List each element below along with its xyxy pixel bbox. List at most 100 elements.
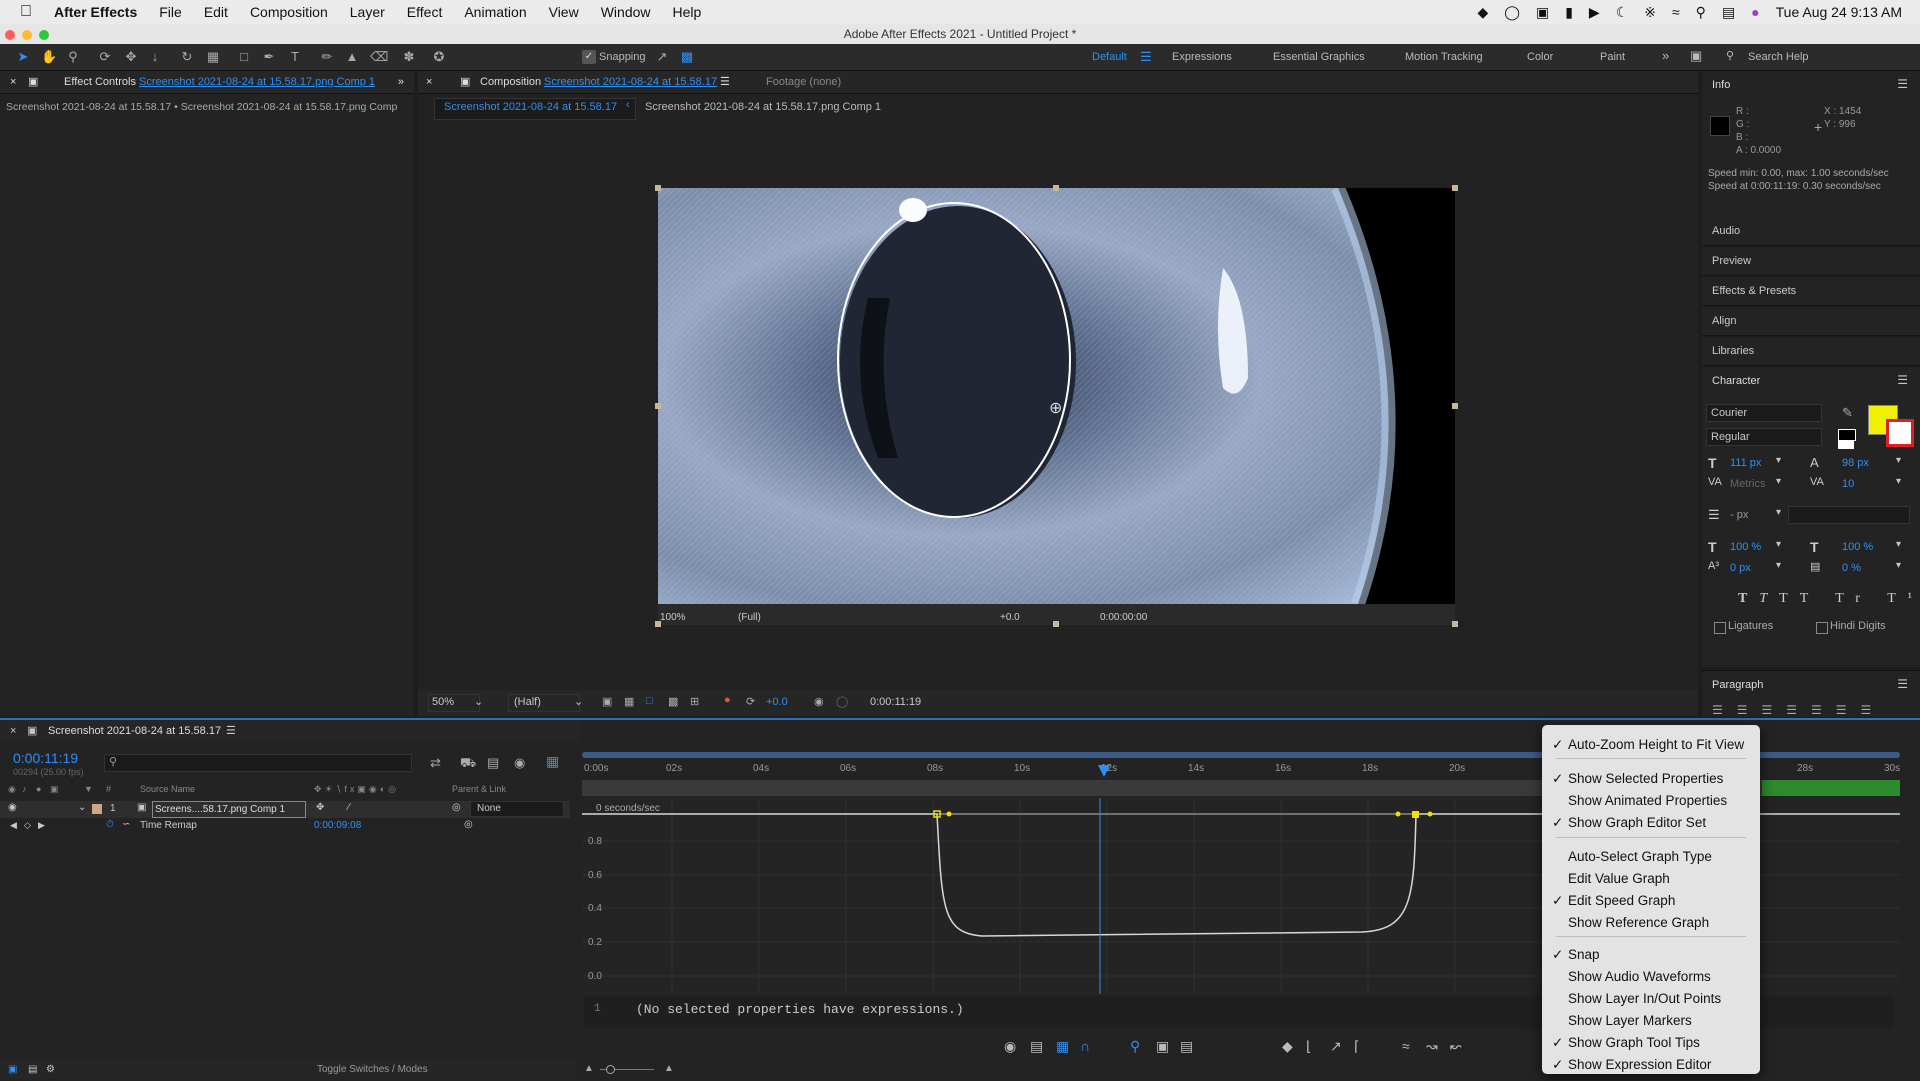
- menu-item-edit-speed-graph[interactable]: Edit Speed Graph: [1568, 893, 1675, 908]
- creative-cloud-icon[interactable]: ◯: [1504, 4, 1520, 21]
- kerning-value[interactable]: Metrics: [1730, 478, 1765, 490]
- apple-icon[interactable]: : [20, 3, 32, 21]
- fit-all-icon[interactable]: ▣: [1156, 1038, 1169, 1055]
- timeline-timecode[interactable]: 0:00:11:19: [13, 750, 78, 766]
- pen-tool-icon[interactable]: ✒: [262, 50, 276, 64]
- search-help-field[interactable]: Search Help: [1748, 51, 1809, 63]
- transform-handle-r[interactable]: [1452, 403, 1458, 409]
- play-icon[interactable]: ▶: [1589, 4, 1600, 21]
- exposure-value[interactable]: +0.0: [766, 696, 788, 708]
- siri-icon[interactable]: ●: [1751, 4, 1759, 20]
- panel-preview[interactable]: Preview: [1702, 247, 1920, 276]
- panel-align[interactable]: Align: [1702, 307, 1920, 336]
- fit-selection-icon[interactable]: ⚲: [1130, 1038, 1140, 1055]
- transform-handle-tr[interactable]: [1452, 185, 1458, 191]
- type-tool-icon[interactable]: T: [288, 50, 302, 64]
- snap-features-icon[interactable]: ▩: [680, 50, 694, 64]
- more-workspaces-icon[interactable]: »: [1662, 48, 1669, 63]
- bluetooth-icon[interactable]: ※: [1644, 4, 1656, 21]
- dropbox-icon[interactable]: ◆: [1478, 4, 1489, 21]
- maximize-window-icon[interactable]: [39, 30, 49, 40]
- snap-icon[interactable]: ∩: [1080, 1038, 1090, 1054]
- parent-dropdown[interactable]: None: [470, 801, 564, 817]
- motion-blur-icon[interactable]: ◉: [514, 755, 525, 771]
- inner-zoom[interactable]: 100%: [660, 612, 686, 623]
- timeline-menu-icon[interactable]: ☰: [226, 720, 236, 742]
- graph-type-icon[interactable]: ▤: [1030, 1038, 1043, 1055]
- easy-ease-out-icon[interactable]: ↜: [1450, 1038, 1462, 1055]
- render-time-icon[interactable]: ▣: [8, 1060, 17, 1079]
- comp-lock-icon[interactable]: ▣: [460, 71, 470, 93]
- effect-controls-label[interactable]: Effect Controls: [64, 71, 136, 93]
- battery-icon[interactable]: ▮: [1565, 4, 1573, 21]
- menu-item-graph-tool-tips[interactable]: Show Graph Tool Tips: [1568, 1035, 1700, 1050]
- label-color-swatch[interactable]: [92, 804, 102, 814]
- comp-mini-flowchart-icon[interactable]: ⇄: [430, 755, 441, 771]
- brush-tool-icon[interactable]: ✏: [320, 50, 334, 64]
- menu-item-auto-select-graph[interactable]: Auto-Select Graph Type: [1568, 849, 1712, 864]
- toggle-switches-modes[interactable]: Toggle Switches / Modes: [317, 1060, 428, 1079]
- panel-audio[interactable]: Audio: [1702, 217, 1920, 246]
- transform-handle-t[interactable]: [1053, 185, 1059, 191]
- menu-item-reference-graph[interactable]: Show Reference Graph: [1568, 915, 1709, 930]
- eyedropper-icon[interactable]: ✎: [1842, 405, 1853, 421]
- linear-keyframe-icon[interactable]: ↗: [1330, 1038, 1342, 1055]
- timeline-tab[interactable]: Screenshot 2021-08-24 at 15.58.17: [48, 720, 221, 742]
- display-icon[interactable]: ▣: [1536, 4, 1549, 21]
- workspace-paint[interactable]: Paint: [1600, 51, 1625, 63]
- vertical-scale-value[interactable]: 100 %: [1730, 541, 1761, 553]
- transform-handle-b[interactable]: [1053, 621, 1059, 627]
- show-snapshot-icon[interactable]: ◯: [836, 695, 848, 708]
- graph-toggle-icon[interactable]: ∽: [122, 819, 130, 830]
- frame-blending-icon[interactable]: ▤: [487, 755, 499, 771]
- workspace-essential-graphics[interactable]: Essential Graphics: [1273, 51, 1365, 63]
- control-center-icon[interactable]: ▤: [1722, 4, 1735, 21]
- hand-tool-icon[interactable]: ✋: [41, 50, 57, 64]
- edit-keyframe-icon[interactable]: ◆: [1282, 1038, 1293, 1055]
- stopwatch-icon[interactable]: ⏱: [106, 819, 114, 830]
- horizontal-scale-value[interactable]: 100 %: [1842, 541, 1873, 553]
- property-value[interactable]: 0:00:09:08: [314, 820, 361, 831]
- menu-item-audio-waveforms[interactable]: Show Audio Waveforms: [1568, 969, 1711, 984]
- paragraph-menu-icon[interactable]: ☰: [1897, 677, 1908, 691]
- leading-value[interactable]: 98 px: [1842, 457, 1869, 469]
- playhead[interactable]: [1098, 765, 1110, 777]
- transfer-controls-icon[interactable]: ⚙: [46, 1060, 55, 1079]
- footage-tab[interactable]: Footage (none): [766, 71, 841, 93]
- transform-box-icon[interactable]: ▦: [1056, 1038, 1069, 1055]
- next-keyframe-icon[interactable]: ▶: [38, 820, 45, 831]
- menu-edit[interactable]: Edit: [204, 4, 228, 20]
- lock-icon[interactable]: ▣: [28, 71, 38, 93]
- draft-3d-icon[interactable]: ⛟: [460, 755, 476, 773]
- hold-keyframe-icon[interactable]: ⌊: [1306, 1038, 1311, 1055]
- eye-icon[interactable]: ◉: [1004, 1038, 1016, 1055]
- layer-switches-icon[interactable]: ▤: [28, 1060, 37, 1079]
- zoom-slider-thumb[interactable]: [606, 1065, 615, 1074]
- separate-dimensions-icon[interactable]: ▤: [1180, 1038, 1193, 1055]
- font-size-value[interactable]: 111 px: [1730, 457, 1761, 469]
- clock-text[interactable]: Tue Aug 24 9:13 AM: [1776, 4, 1902, 20]
- character-menu-icon[interactable]: ☰: [1897, 373, 1908, 387]
- font-style-dropdown[interactable]: Regular: [1706, 428, 1822, 446]
- eraser-tool-icon[interactable]: ⌫: [370, 50, 388, 64]
- panel-libraries[interactable]: Libraries: [1702, 337, 1920, 366]
- app-menu[interactable]: After Effects: [54, 4, 137, 20]
- panel-layout-icon[interactable]: ▣: [1690, 48, 1702, 64]
- transparency-grid-icon[interactable]: ▦: [624, 695, 634, 708]
- zoom-tool-icon[interactable]: ⚲: [66, 50, 80, 64]
- rectangle-tool-icon[interactable]: □: [237, 50, 251, 64]
- close-comp-icon[interactable]: ×: [426, 71, 432, 93]
- clone-stamp-icon[interactable]: ▲: [345, 50, 359, 64]
- prev-keyframe-icon[interactable]: ◀: [10, 820, 17, 831]
- baseline-shift-value[interactable]: 0 px: [1730, 562, 1751, 574]
- easy-ease-icon[interactable]: ≈: [1402, 1038, 1410, 1054]
- moon-icon[interactable]: ☾: [1616, 4, 1629, 21]
- menu-item-layer-in-out[interactable]: Show Layer In/Out Points: [1568, 991, 1721, 1006]
- timeline-search-input[interactable]: ⚲: [104, 754, 412, 772]
- stroke-width-value[interactable]: - px: [1730, 509, 1748, 521]
- breadcrumb-other[interactable]: Screenshot 2021-08-24 at 15.58.17.png Co…: [645, 101, 881, 113]
- selection-tool-icon[interactable]: ➤: [16, 50, 30, 64]
- layer-row[interactable]: ◉ ⌄ 1 ▣ Screens....58.17.png Comp 1 ✥ ∕ …: [0, 801, 570, 818]
- close-panel-icon[interactable]: ×: [10, 71, 16, 93]
- workspace-motion-tracking[interactable]: Motion Tracking: [1405, 51, 1483, 63]
